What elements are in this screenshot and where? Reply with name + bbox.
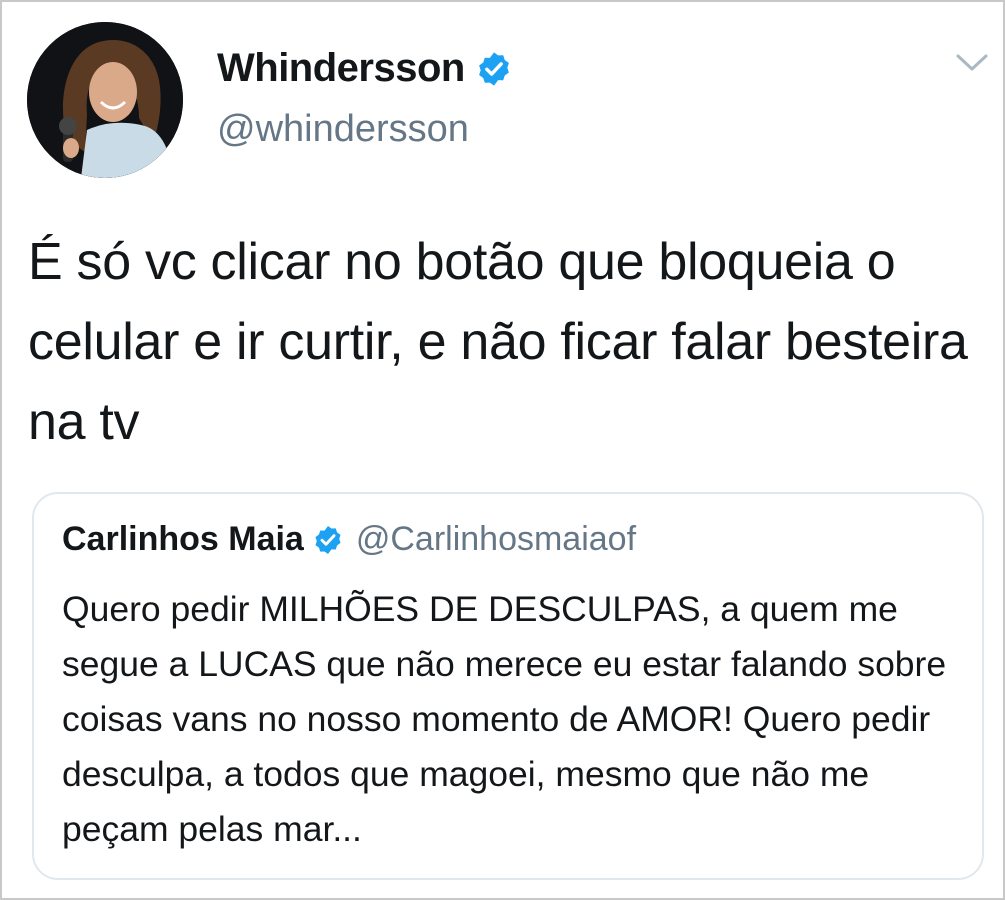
tweet-card: Whindersson @whindersson É só vc clicar … [0, 0, 1005, 900]
quoted-tweet-header: Carlinhos Maia @Carlinhosmaiaof [62, 520, 636, 559]
quoted-tweet[interactable]: Carlinhos Maia @Carlinhosmaiaof Quero pe… [32, 492, 984, 880]
quoted-author-name[interactable]: Carlinhos Maia [62, 520, 304, 559]
avatar[interactable] [27, 22, 183, 178]
chevron-down-icon[interactable] [954, 50, 990, 74]
author-name[interactable]: Whindersson [217, 46, 513, 91]
verified-badge-icon [475, 50, 513, 88]
author-handle[interactable]: @whindersson [217, 108, 469, 151]
quoted-author-handle[interactable]: @Carlinhosmaiaof [356, 520, 636, 559]
author-name-text[interactable]: Whindersson [217, 46, 465, 91]
tweet-text: É só vc clicar no botão que bloqueia o c… [28, 233, 968, 451]
avatar-photo [27, 22, 183, 178]
verified-badge-icon [312, 524, 344, 556]
quoted-tweet-text: Quero pedir MILHÕES DE DESCULPAS, a quem… [62, 589, 947, 849]
